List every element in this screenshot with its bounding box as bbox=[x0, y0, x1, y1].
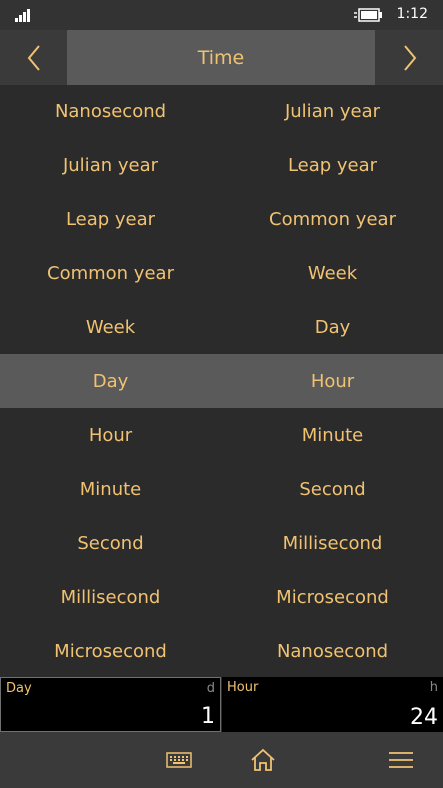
from-value[interactable]: 1 bbox=[201, 704, 215, 729]
picker-row[interactable]: Second Millisecond bbox=[0, 516, 443, 570]
to-unit-symbol: h bbox=[429, 680, 438, 695]
to-unit-label: Hour bbox=[227, 680, 259, 695]
unit-picker[interactable]: Nanosecond Julian year Julian year Leap yea… bbox=[0, 85, 443, 677]
picker-row[interactable]: Week Day bbox=[0, 300, 443, 354]
to-unit-option[interactable]: Leap year bbox=[222, 138, 443, 192]
selected-row[interactable]: Day Hour bbox=[0, 354, 443, 408]
from-unit-option[interactable]: Microsecond bbox=[0, 624, 221, 678]
keyboard-icon bbox=[166, 752, 192, 768]
from-unit-label: Day bbox=[6, 681, 32, 696]
to-value-box[interactable]: Hour h 24 bbox=[222, 677, 443, 732]
next-category-button[interactable] bbox=[376, 30, 443, 85]
from-unit-option[interactable]: Week bbox=[0, 300, 221, 354]
picker-row[interactable]: Millisecond Microsecond bbox=[0, 570, 443, 624]
chevron-right-icon bbox=[403, 44, 416, 71]
to-unit-option[interactable]: Millisecond bbox=[222, 516, 443, 570]
clock: 1:12 bbox=[396, 6, 428, 22]
home-button[interactable] bbox=[249, 746, 277, 774]
page-title[interactable]: Time bbox=[67, 30, 375, 85]
header: Time bbox=[0, 30, 443, 85]
chevron-left-icon bbox=[27, 44, 40, 71]
picker-row[interactable]: Hour Minute bbox=[0, 408, 443, 462]
to-unit-option[interactable]: Julian year bbox=[222, 84, 443, 138]
hamburger-menu-icon bbox=[389, 752, 413, 768]
from-value-box[interactable]: Day d 1 bbox=[0, 677, 221, 732]
picker-row[interactable]: Nanosecond Julian year bbox=[0, 84, 443, 138]
picker-row[interactable]: Julian year Leap year bbox=[0, 138, 443, 192]
from-unit-option[interactable]: Second bbox=[0, 516, 221, 570]
to-value[interactable]: 24 bbox=[410, 705, 438, 730]
app-bar bbox=[0, 732, 443, 788]
to-unit-option[interactable]: Minute bbox=[222, 408, 443, 462]
from-unit-option[interactable]: Minute bbox=[0, 462, 221, 516]
keyboard-button[interactable] bbox=[165, 746, 193, 774]
menu-button[interactable] bbox=[387, 746, 415, 774]
from-unit-option[interactable]: Millisecond bbox=[0, 570, 221, 624]
from-unit-option[interactable]: Julian year bbox=[0, 138, 221, 192]
signal-icon bbox=[15, 8, 35, 22]
picker-row[interactable]: Common year Week bbox=[0, 246, 443, 300]
to-unit-option[interactable]: Nanosecond bbox=[222, 624, 443, 678]
to-unit-option[interactable]: Microsecond bbox=[222, 570, 443, 624]
to-unit-option[interactable]: Week bbox=[222, 246, 443, 300]
to-unit-option[interactable]: Common year bbox=[222, 192, 443, 246]
from-unit-option[interactable]: Day bbox=[0, 354, 221, 408]
from-unit-option[interactable]: Common year bbox=[0, 246, 221, 300]
from-unit-option[interactable]: Hour bbox=[0, 408, 221, 462]
previous-category-button[interactable] bbox=[0, 30, 67, 85]
to-unit-option[interactable]: Day bbox=[222, 300, 443, 354]
from-unit-option[interactable]: Nanosecond bbox=[0, 84, 221, 138]
from-unit-symbol: d bbox=[206, 681, 215, 696]
from-unit-option[interactable]: Leap year bbox=[0, 192, 221, 246]
picker-row[interactable]: Leap year Common year bbox=[0, 192, 443, 246]
battery-charging-icon bbox=[354, 8, 382, 22]
picker-row[interactable]: Microsecond Nanosecond bbox=[0, 624, 443, 678]
status-bar: 1:12 bbox=[0, 0, 443, 30]
picker-row[interactable]: Minute Second bbox=[0, 462, 443, 516]
home-icon bbox=[251, 748, 275, 771]
to-unit-option[interactable]: Hour bbox=[222, 354, 443, 408]
to-unit-option[interactable]: Second bbox=[222, 462, 443, 516]
value-panel: Day d 1 Hour h 24 bbox=[0, 677, 443, 732]
